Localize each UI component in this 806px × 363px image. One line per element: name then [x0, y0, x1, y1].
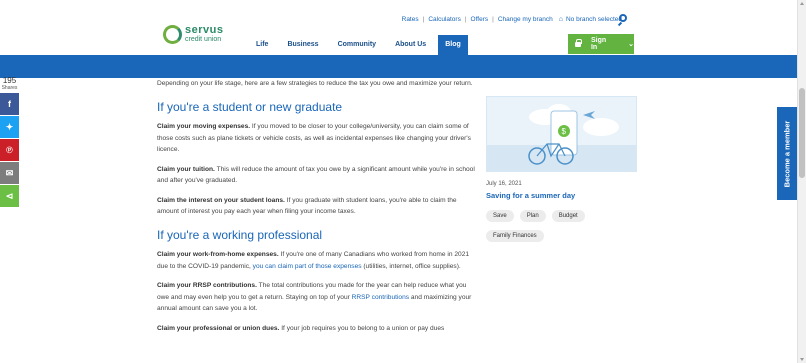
twitter-icon: ✦ [5, 121, 14, 132]
share-count: 195 Shares [0, 76, 19, 91]
link-rrsp-contributions[interactable]: RRSP contributions [352, 294, 409, 301]
nav-item-life[interactable]: Life [249, 35, 275, 55]
become-member-label: Become a member [782, 120, 792, 187]
paragraph-work-from-home: Claim your work-from-home expenses. If y… [157, 251, 470, 270]
related-post-card[interactable]: $ July 16, 2021 Saving for a summer day … [486, 96, 637, 250]
share-icon: ⊲ [5, 190, 14, 201]
become-member-tab[interactable]: Become a member [777, 107, 797, 200]
paragraph-union-dues: Claim your professional or union dues. I… [157, 324, 445, 332]
chevron-down-icon: ⌄ [628, 41, 634, 48]
bike-savings-illustration: $ [486, 96, 637, 172]
share-count-label: Shares [1, 85, 18, 91]
link-claim-expenses[interactable]: you can claim part of those expenses [253, 263, 362, 270]
tag-list: Save Plan Budget Family Finances [486, 210, 626, 250]
sign-in-label: Sign In [590, 37, 607, 51]
scroll-down-icon[interactable] [800, 358, 804, 361]
share-count-number: 195 [2, 76, 17, 85]
facebook-icon: f [8, 99, 11, 109]
article-body: Depending on your life stage, here are a… [157, 78, 477, 342]
nav-item-community[interactable]: Community [331, 35, 384, 55]
article-intro: Depending on your life stage, here are a… [157, 80, 473, 87]
pinterest-icon: ℗ [6, 145, 13, 155]
page: servus credit union Rates | Calculators … [0, 0, 806, 363]
post-title[interactable]: Saving for a summer day [486, 191, 637, 200]
paragraph-student-loans: Claim the interest on your student loans… [157, 196, 457, 216]
tag-save[interactable]: Save [486, 210, 514, 222]
svg-text:$: $ [562, 127, 567, 136]
util-link-calculators[interactable]: Calculators [428, 16, 461, 23]
site-header: servus credit union Rates | Calculators … [0, 0, 797, 55]
servus-logo[interactable]: servus credit union [163, 23, 224, 44]
utility-nav: Rates | Calculators | Offers | Change my… [401, 16, 622, 23]
scroll-thumb[interactable] [799, 88, 805, 178]
scroll-up-icon[interactable] [800, 2, 804, 5]
util-link-change-branch[interactable]: Change my branch [498, 16, 553, 23]
section-heading-professional: If you're a working professional [157, 227, 323, 242]
tag-family-finances[interactable]: Family Finances [486, 230, 544, 242]
illustration-svg: $ [487, 104, 636, 171]
tag-budget[interactable]: Budget [551, 210, 585, 222]
section-heading-student: If you're a student or new graduate [157, 99, 343, 114]
sign-in-button[interactable]: Sign In ⌄ [568, 34, 634, 54]
paragraph-rrsp: Claim your RRSP contributions. The total… [157, 282, 472, 312]
util-link-rates[interactable]: Rates [402, 16, 419, 23]
facebook-share-button[interactable]: f [0, 93, 19, 115]
twitter-share-button[interactable]: ✦ [0, 116, 19, 138]
post-date: July 16, 2021 [486, 181, 522, 187]
tag-plan[interactable]: Plan [519, 210, 546, 222]
search-icon[interactable] [617, 14, 630, 27]
branch-status[interactable]: No branch selected [566, 16, 622, 23]
logo-subtitle: credit union [185, 35, 222, 43]
pinterest-share-button[interactable]: ℗ [0, 139, 19, 161]
nav-item-business[interactable]: Business [280, 35, 325, 55]
general-share-button[interactable]: ⊲ [0, 185, 19, 207]
page-scrollbar[interactable] [797, 0, 806, 363]
paragraph-moving-expenses: Claim your moving expenses. If you moved… [157, 123, 471, 153]
nav-item-about-us[interactable]: About Us [388, 35, 433, 55]
paragraph-tuition: Claim your tuition. This will reduce the… [157, 165, 475, 185]
email-share-button[interactable]: ✉ [0, 162, 19, 184]
home-icon: ⌂ [558, 16, 563, 23]
blue-banner [0, 55, 797, 78]
main-nav: Life Business Community About Us Blog [249, 35, 473, 55]
nav-item-blog[interactable]: Blog [438, 35, 468, 55]
logo-mark-icon [163, 25, 182, 44]
email-icon: ✉ [5, 167, 14, 178]
logo-name: servus [185, 23, 224, 36]
lock-icon [575, 38, 582, 47]
util-link-offers[interactable]: Offers [471, 16, 489, 23]
